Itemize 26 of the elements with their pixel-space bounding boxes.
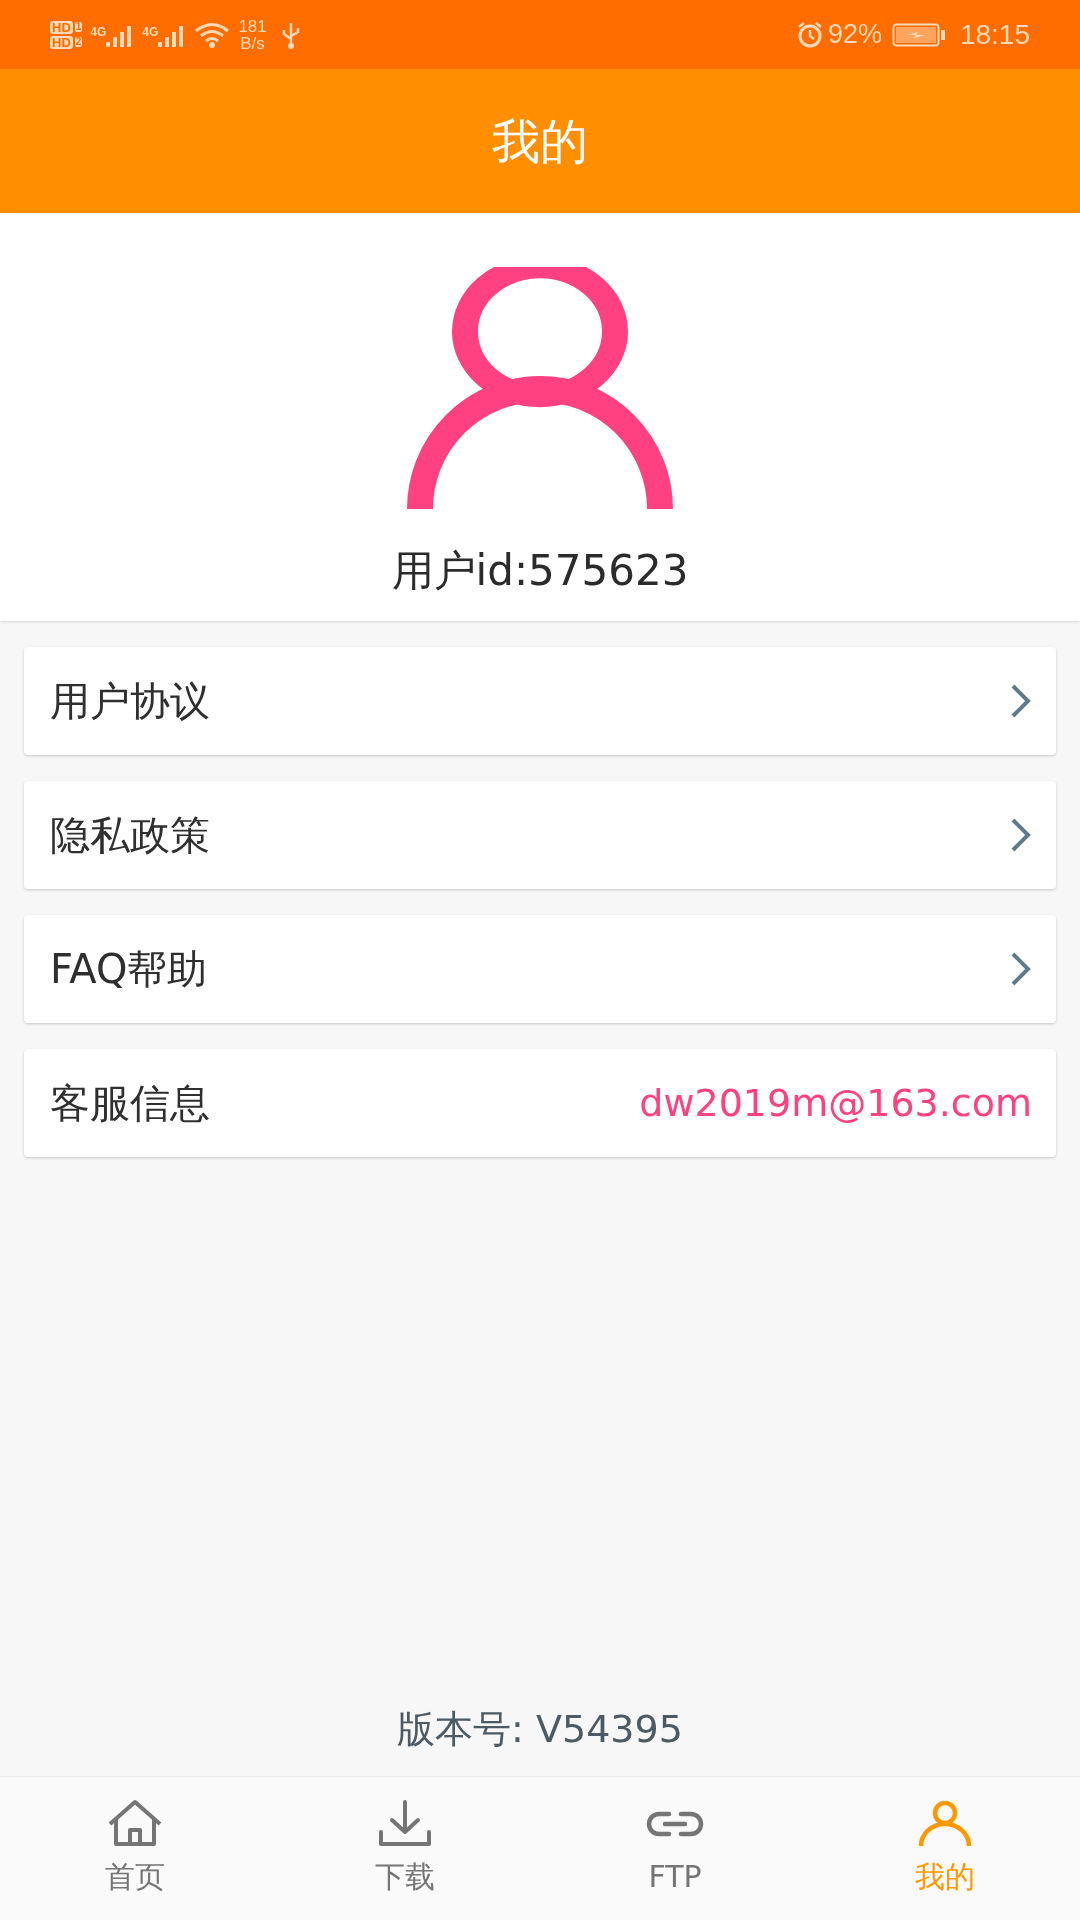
network-speed-value: 181 [238, 17, 267, 35]
usb-icon [280, 20, 301, 49]
menu-label: 隐私政策 [50, 811, 210, 860]
chevron-right-icon [1010, 817, 1032, 853]
menu-label: 用户协议 [50, 677, 210, 726]
version-text: 版本号: V54395 [397, 1706, 683, 1753]
menu-item[interactable]: FAQ帮助 [24, 915, 1056, 1023]
network-speed-unit: B/s [240, 34, 265, 52]
chevron-right-icon [1010, 951, 1032, 987]
nav-tab[interactable]: FTP [540, 1777, 810, 1920]
menu-label: 客服信息 [50, 1079, 210, 1128]
clock-time: 18:15 [959, 17, 1030, 52]
email-address: dw2019m@163.com [639, 1079, 1032, 1127]
nav-tab[interactable]: 下载 [270, 1777, 540, 1920]
chevron-right-icon [1010, 683, 1032, 719]
page-title: 我的 [492, 112, 588, 171]
battery-charging-icon [891, 22, 946, 47]
menu-item[interactable]: 用户协议 [24, 647, 1056, 755]
wifi-icon [194, 21, 231, 48]
menu-label: FAQ帮助 [50, 945, 208, 994]
user-id-text: 用户id:575623 [391, 545, 689, 597]
user-avatar-icon [407, 267, 673, 509]
nav-tab[interactable]: 首页 [0, 1777, 270, 1920]
menu-item[interactable]: 客服信息 dw2019m@163.com [24, 1049, 1056, 1157]
battery-percent: 92% [827, 18, 882, 52]
menu-item[interactable]: 隐私政策 [24, 781, 1056, 889]
